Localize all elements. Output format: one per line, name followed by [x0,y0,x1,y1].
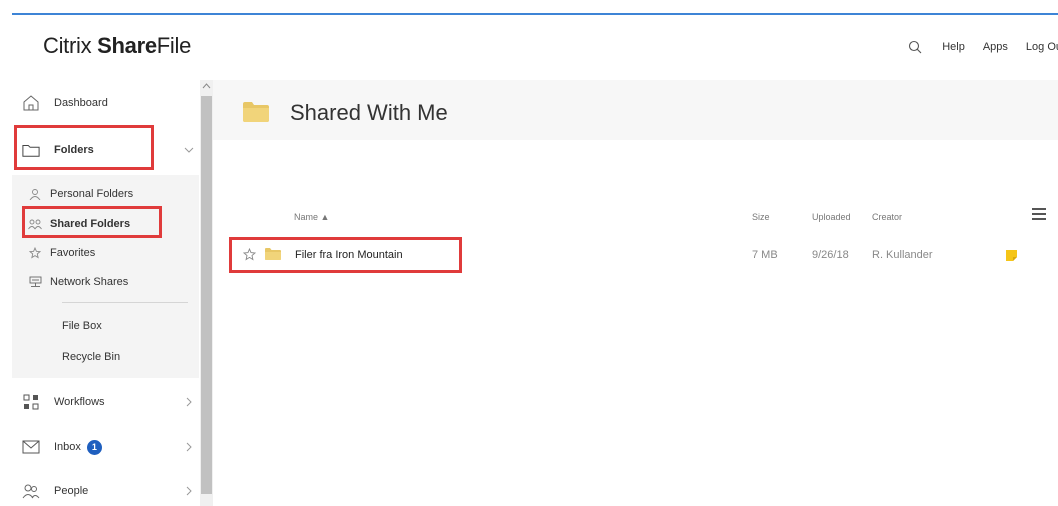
sidebar-item-dashboard[interactable]: Dashboard [12,90,108,116]
search-icon[interactable] [908,40,922,54]
sidebar-item-file-box[interactable]: File Box [12,316,102,336]
sidebar-item-workflows[interactable]: Workflows [12,389,105,415]
sidebar-item-recycle-bin[interactable]: Recycle Bin [12,347,120,367]
column-header-size[interactable]: Size [752,212,770,222]
scroll-up-arrow-icon[interactable] [202,82,211,90]
page-header: Shared With Me [213,80,1058,140]
file-size: 7 MB [752,249,778,261]
help-link[interactable]: Help [942,41,965,53]
column-header-name[interactable]: Name ▲ [294,212,329,222]
sub-item-label: Network Shares [50,276,129,288]
list-view-icon[interactable] [1032,208,1046,220]
highlight-box-folders [14,125,154,170]
sub-item-label: Personal Folders [50,188,134,200]
column-header-uploaded[interactable]: Uploaded [812,212,851,222]
sidebar-item-label: Workflows [54,396,105,408]
sidebar-item-network-shares[interactable]: Network Shares [12,272,128,292]
apps-link[interactable]: Apps [983,41,1008,53]
people-icon [22,482,40,500]
inbox-count-badge: 1 [86,439,102,455]
column-header-creator[interactable]: Creator [872,212,902,222]
sub-item-label: File Box [62,320,102,332]
top-navigation: Help Apps Log Ou [908,40,1058,54]
sidebar-item-inbox[interactable]: Inbox 1 [12,434,102,460]
dashboard-icon [22,94,40,112]
sidebar-item-favorites[interactable]: Favorites [12,243,95,263]
page-title: Shared With Me [290,100,448,125]
sidebar-item-label: People [54,485,89,497]
envelope-icon [22,438,40,456]
person-icon [28,187,42,201]
workflows-icon [22,393,40,411]
file-uploaded-date: 9/26/18 [812,249,849,261]
sidebar-item-people[interactable]: People [12,478,88,504]
sub-item-label: Favorites [50,247,96,259]
sidebar-item-label: Inbox [54,441,81,453]
chevron-down-icon[interactable] [184,145,194,155]
scrollbar-thumb[interactable] [201,96,212,494]
file-creator: R. Kullander [872,249,933,261]
divider [62,302,188,303]
folder-icon [243,102,269,122]
logout-link[interactable]: Log Ou [1026,41,1058,53]
sidebar-scrollbar[interactable] [200,80,213,506]
highlight-box-shared-folders [22,206,162,238]
network-drive-icon [28,275,42,289]
chevron-right-icon[interactable] [184,442,194,452]
sticky-note-icon[interactable] [1005,249,1018,262]
citrix-sharefile-logo[interactable]: Citrix ShareFile [43,33,191,59]
star-icon [28,246,42,260]
chevron-right-icon[interactable] [184,486,194,496]
chevron-right-icon[interactable] [184,397,194,407]
top-accent-line [12,13,1058,15]
highlight-box-file-row [229,237,462,273]
sub-item-label: Recycle Bin [62,351,121,363]
sidebar-item-label: Dashboard [54,97,108,109]
sidebar-item-personal-folders[interactable]: Personal Folders [12,184,133,204]
